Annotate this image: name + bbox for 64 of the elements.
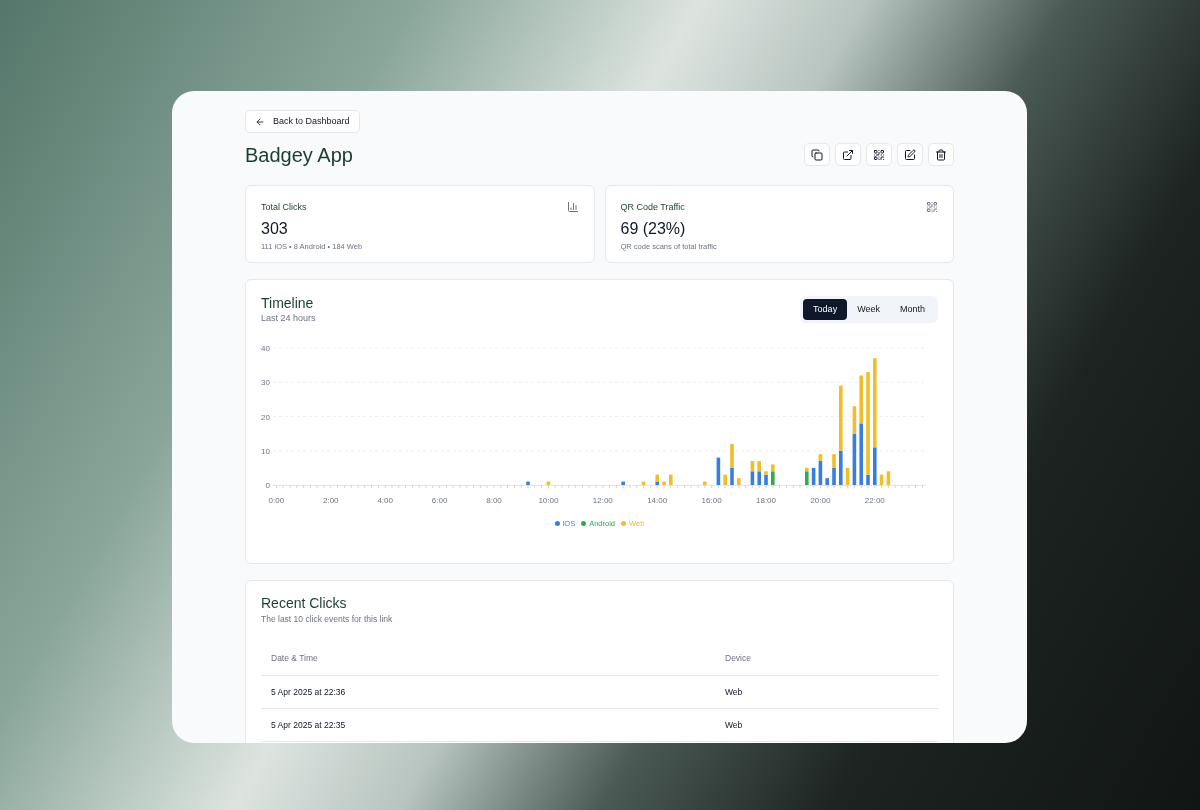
chart-bar [879, 474, 884, 485]
back-button[interactable]: Back to Dashboard [245, 110, 360, 133]
trash-icon [935, 148, 947, 161]
y-tick-label: 40 [261, 343, 270, 353]
table-cell: 5 Apr 2025 at 22:35 [261, 708, 715, 742]
range-tab[interactable]: Today [803, 299, 848, 320]
range-tab[interactable]: Month [890, 299, 935, 320]
timeline-title: Timeline [261, 296, 315, 310]
chart-bar [662, 481, 666, 485]
x-tick-label: 18:00 [756, 495, 776, 505]
column-header: Device [715, 641, 938, 676]
bar-chart-icon [566, 201, 579, 213]
edit-icon [904, 148, 916, 161]
chart-bar [669, 474, 673, 485]
x-tick-label: 8:00 [486, 495, 502, 505]
y-tick-label: 30 [261, 377, 270, 387]
timeline-subtitle: Last 24 hours [261, 312, 316, 325]
copy-button[interactable] [804, 143, 830, 166]
qr-code-icon [873, 148, 885, 161]
x-tick-label: 6:00 [431, 495, 448, 505]
external-link-icon [842, 148, 854, 161]
stat-label: QR Code Traffic [620, 201, 685, 214]
chart-bar [825, 477, 829, 485]
y-tick-label: 0 [265, 480, 270, 490]
chart-bar [526, 481, 530, 485]
x-tick-label: 14:00 [647, 495, 668, 505]
table-cell: Web [715, 675, 938, 709]
x-tick-label: 12:00 [592, 495, 613, 505]
stat-value: 69 (23%) [620, 220, 687, 237]
chart-bar [621, 481, 625, 485]
x-tick-label: 4:00 [377, 495, 393, 505]
range-tab[interactable]: Week [847, 299, 890, 320]
recent-clicks-title: Recent Clicks [261, 596, 348, 610]
recent-clicks-subtitle: The last 10 click events for this link [261, 613, 394, 626]
table-cell: Web [715, 708, 938, 742]
chart-bar [546, 481, 551, 485]
open-link-button[interactable] [835, 143, 861, 166]
chart-bar [716, 457, 721, 485]
chart-bar [703, 481, 707, 485]
x-tick-label: 0:00 [268, 495, 285, 505]
chart-bar [886, 470, 891, 485]
y-tick-label: 20 [261, 412, 270, 421]
x-tick-label: 16:00 [701, 495, 722, 505]
stat-label: Total Clicks [261, 201, 307, 214]
chart-bar [641, 481, 646, 485]
page-title: Badgey App [245, 144, 353, 165]
table-cell: 5 Apr 2025 at 22:36 [261, 675, 715, 709]
qr-code-button[interactable] [866, 143, 892, 166]
back-arrow-icon [255, 116, 265, 127]
x-tick-label: 20:00 [810, 495, 831, 505]
chart-bar [845, 467, 850, 485]
x-tick-label: 10:00 [538, 495, 559, 505]
chart-bar [737, 477, 741, 485]
x-tick-label: 2:00 [323, 495, 339, 505]
column-header: Date & Time [261, 641, 715, 676]
x-tick-label: 22:00 [864, 495, 885, 505]
edit-button[interactable] [897, 143, 923, 166]
chart-bar [723, 474, 727, 485]
chart-bar [811, 467, 816, 485]
delete-button[interactable] [928, 143, 954, 166]
y-tick-label: 10 [261, 446, 270, 456]
copy-icon [811, 148, 823, 161]
stat-value: 303 [261, 220, 289, 237]
qr-code-icon [926, 201, 938, 213]
